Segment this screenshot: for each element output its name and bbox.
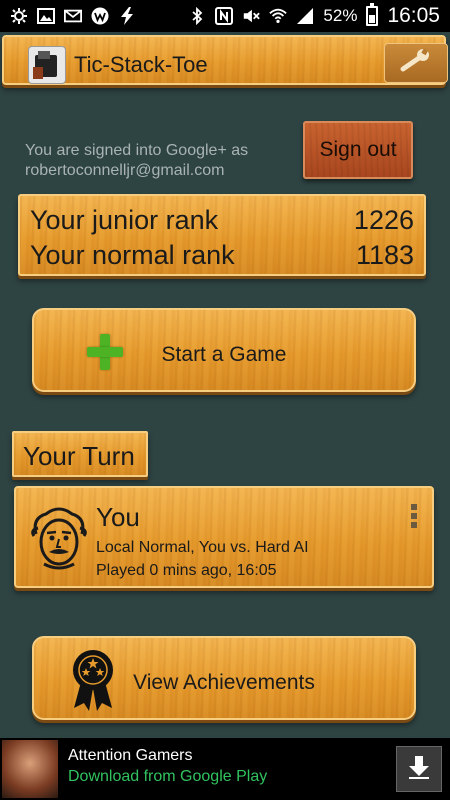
battery-icon [366, 3, 379, 26]
app-bar: Tic-Stack-Toe [0, 33, 450, 91]
view-achievements-label: View Achievements [133, 671, 315, 694]
start-game-label: Start a Game [161, 343, 287, 366]
your-turn-header: Your Turn [12, 431, 148, 477]
signal-icon [296, 7, 314, 25]
battery-percent: 52% [323, 6, 358, 25]
bluetooth-icon [188, 7, 206, 25]
view-achievements-button[interactable]: View Achievements [32, 636, 416, 720]
app-title: Tic-Stack-Toe [74, 52, 208, 77]
status-right: 52% 16:05 [188, 3, 440, 28]
signin-info: You are signed into Google+ as robertoco… [25, 141, 295, 181]
app-logo-icon [28, 46, 66, 84]
normal-rank-value: 1183 [355, 239, 414, 270]
signin-label: You are signed into Google+ as [25, 142, 249, 159]
ad-title: Attention Gamers [68, 747, 193, 764]
start-game-button[interactable]: Start a Game [32, 308, 416, 392]
ad-thumbnail[interactable] [2, 740, 58, 798]
game-player-name: You [96, 502, 140, 532]
app-bar-wood: Tic-Stack-Toe [2, 35, 448, 85]
image-icon [37, 7, 55, 25]
status-time: 16:05 [387, 4, 440, 27]
einstein-avatar-icon [26, 506, 92, 572]
ad-download-button[interactable] [396, 746, 442, 792]
wrench-icon [399, 47, 433, 78]
status-bar: 52% 16:05 [0, 0, 450, 32]
ad-subtitle[interactable]: Download from Google Play [68, 768, 267, 786]
sign-out-button[interactable]: Sign out [303, 121, 413, 179]
mute-icon [242, 7, 261, 25]
settings-icon [10, 7, 28, 25]
game-mode: Local Normal, You vs. Hard AI [96, 539, 309, 556]
flash-icon [118, 7, 136, 25]
gmail-icon [64, 7, 82, 25]
w-app-icon [91, 7, 109, 25]
signin-email: robertoconnelljr@gmail.com [25, 162, 225, 179]
junior-rank-value: 1226 [353, 204, 414, 235]
ad-banner[interactable]: Attention Gamers Download from Google Pl… [0, 738, 450, 800]
game-card[interactable]: You Local Normal, You vs. Hard AI Played… [14, 486, 434, 588]
junior-rank-label: Your junior rank [30, 204, 219, 235]
status-left [10, 7, 136, 25]
settings-button[interactable] [384, 43, 448, 83]
game-played-time: Played 0 mins ago, 16:05 [96, 562, 277, 579]
rank-panel: Your junior rank 1226 Your normal rank 1… [18, 194, 426, 276]
junior-rank-row: Your junior rank 1226 [30, 202, 414, 238]
normal-rank-row: Your normal rank 1183 [30, 237, 414, 273]
wifi-icon [269, 7, 288, 25]
normal-rank-label: Your normal rank [30, 239, 235, 270]
download-arrow-icon [407, 754, 431, 785]
overflow-menu-icon[interactable] [410, 504, 418, 532]
nfc-icon [215, 7, 234, 25]
